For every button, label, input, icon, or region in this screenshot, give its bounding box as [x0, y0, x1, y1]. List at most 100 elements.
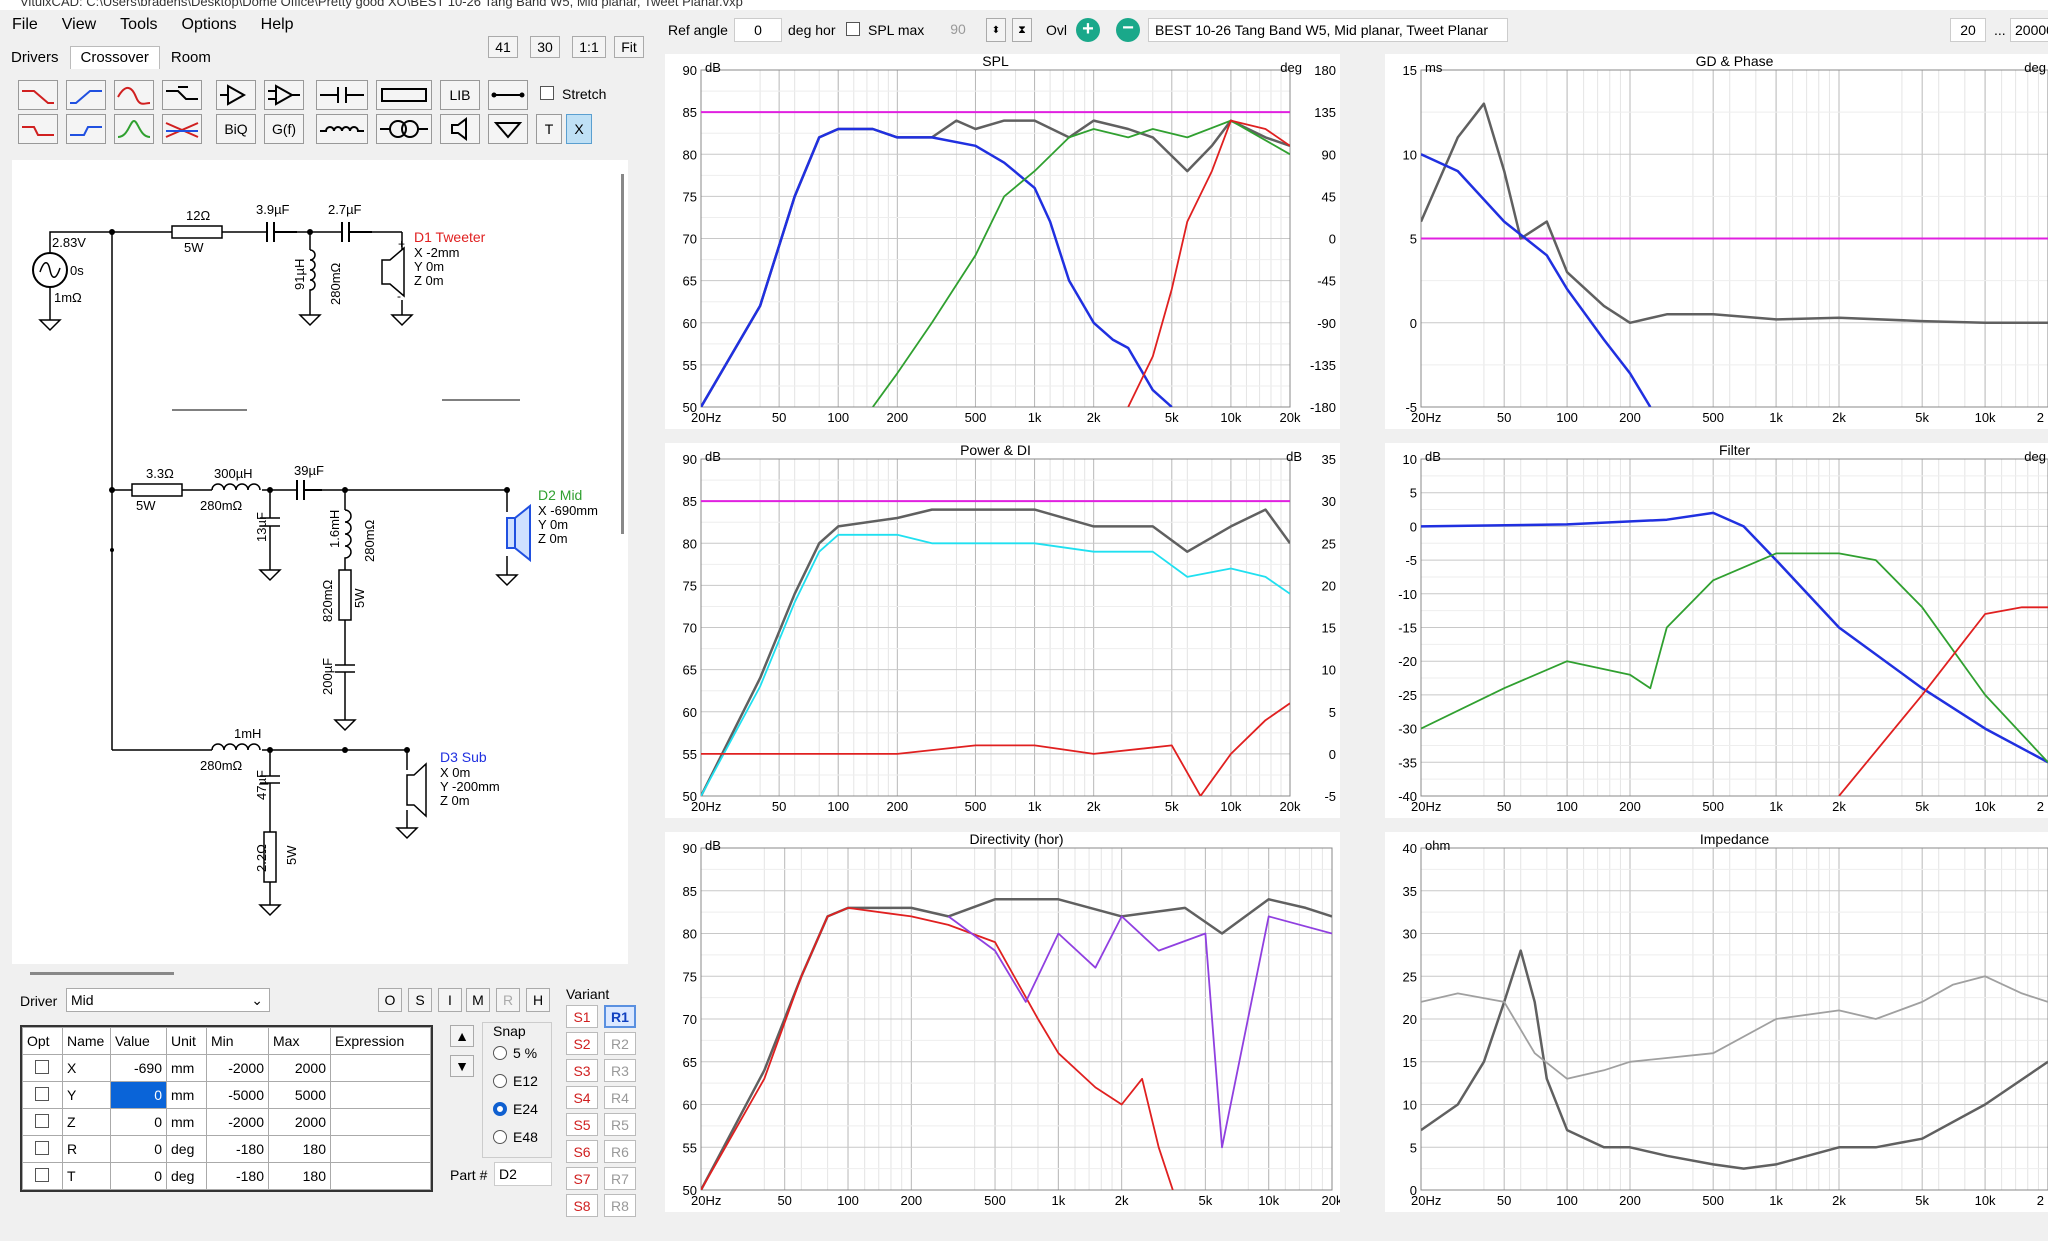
row-expression[interactable]	[330, 1135, 431, 1163]
capacitor-icon[interactable]	[316, 80, 368, 110]
mode-o-button[interactable]: O	[378, 988, 402, 1012]
hourglass-icon[interactable]: ⧗	[1012, 18, 1032, 42]
stretch-checkbox[interactable]	[540, 86, 554, 100]
impedance-graph[interactable]: Impedance ohm 40 35 30 25 20 15 10 5 0 20Hz 50 100 200…	[1385, 831, 2048, 1212]
driver-icon[interactable]	[440, 114, 480, 144]
row-min[interactable]: -2000	[206, 1054, 269, 1082]
opt-checkbox[interactable]	[22, 1081, 63, 1109]
row-value[interactable]: 0	[110, 1162, 167, 1190]
row-max[interactable]: 5000	[268, 1081, 331, 1109]
variant-r1[interactable]: R1	[604, 1005, 636, 1028]
spl-graph[interactable]: SPL dB deg 90 85 80 75 70 65 60 55 50 180 135 90 45 0 -45…	[665, 53, 1340, 429]
snap-option-e48[interactable]: E48	[493, 1129, 538, 1145]
spl-max-checkbox[interactable]	[846, 22, 860, 36]
menu-help[interactable]: Help	[249, 12, 306, 38]
variant-r4[interactable]: R4	[604, 1086, 636, 1109]
library-button[interactable]: LIB	[440, 80, 480, 110]
freq-min-input[interactable]: 20	[1950, 18, 1986, 42]
row-value[interactable]: 0	[110, 1135, 167, 1163]
highpass-all-icon[interactable]	[66, 114, 106, 144]
row-min[interactable]: -180	[206, 1162, 269, 1190]
transformer-icon[interactable]	[376, 114, 432, 144]
snap-option-e24[interactable]: E24	[493, 1101, 538, 1117]
tab-crossover[interactable]: Crossover	[69, 46, 160, 69]
snap-option-e12[interactable]: E12	[493, 1073, 538, 1089]
variant-r6[interactable]: R6	[604, 1140, 636, 1163]
row-value[interactable]: 0	[110, 1108, 167, 1136]
spl-max-input[interactable]: 90	[930, 18, 986, 42]
opt-checkbox[interactable]	[22, 1054, 63, 1082]
row-value[interactable]: -690	[110, 1054, 167, 1082]
menu-file[interactable]: File	[0, 12, 50, 38]
variant-s1[interactable]: S1	[566, 1005, 598, 1028]
zoom-1to1-button[interactable]: 1:1	[572, 36, 606, 58]
zoom-41-button[interactable]: 41	[488, 36, 518, 58]
notch-icon[interactable]	[162, 80, 202, 110]
bottom-scrollbar[interactable]	[30, 972, 174, 975]
lowpass-1-icon[interactable]	[18, 80, 58, 110]
resistor-icon[interactable]	[376, 80, 432, 110]
variant-r7[interactable]: R7	[604, 1167, 636, 1190]
row-max[interactable]: 2000	[268, 1108, 331, 1136]
toolbar-x-button[interactable]: X	[566, 114, 592, 144]
zoom-30-button[interactable]: 30	[530, 36, 560, 58]
opt-checkbox[interactable]	[22, 1162, 63, 1190]
buffer-icon[interactable]	[216, 80, 256, 110]
row-expression[interactable]	[330, 1162, 431, 1190]
freq-max-input[interactable]: 20000	[2010, 18, 2048, 42]
row-value[interactable]: 0	[110, 1081, 167, 1109]
variant-r5[interactable]: R5	[604, 1113, 636, 1136]
transfer-function-button[interactable]: G(f)	[264, 114, 304, 144]
variant-s2[interactable]: S2	[566, 1032, 598, 1055]
filter-graph[interactable]: Filter dB deg 10 5 0 -5 -10 -15 -20 -25 -30 -35 -40 20…	[1385, 442, 2048, 818]
part-input[interactable]: D2	[494, 1162, 552, 1186]
row-max[interactable]: 180	[268, 1135, 331, 1163]
allpass-icon[interactable]	[162, 114, 202, 144]
schematic-scrollbar[interactable]	[621, 174, 624, 534]
variant-s5[interactable]: S5	[566, 1113, 598, 1136]
ref-angle-input[interactable]: 0	[734, 18, 782, 42]
variant-s6[interactable]: S6	[566, 1140, 598, 1163]
move-down-button[interactable]: ▼	[450, 1055, 474, 1077]
variant-s3[interactable]: S3	[566, 1059, 598, 1082]
toolbar-t-button[interactable]: T	[536, 114, 562, 144]
menu-options[interactable]: Options	[170, 12, 249, 38]
driver-select[interactable]: Mid ⌄	[66, 988, 270, 1012]
mode-h-button[interactable]: H	[526, 988, 550, 1012]
variant-r3[interactable]: R3	[604, 1059, 636, 1082]
bandpass-icon[interactable]	[114, 114, 154, 144]
row-max[interactable]: 180	[268, 1162, 331, 1190]
mode-s-button[interactable]: S	[408, 988, 432, 1012]
project-name-field[interactable]: BEST 10-26 Tang Band W5, Mid planar, Twe…	[1148, 18, 1508, 42]
snap-option-5[interactable]: 5 %	[493, 1045, 537, 1061]
move-up-button[interactable]: ▲	[450, 1025, 474, 1047]
menu-tools[interactable]: Tools	[108, 12, 169, 38]
variant-s7[interactable]: S7	[566, 1167, 598, 1190]
spin-updown-icon[interactable]: ⬍	[986, 18, 1006, 42]
variant-r2[interactable]: R2	[604, 1032, 636, 1055]
row-min[interactable]: -180	[206, 1135, 269, 1163]
row-expression[interactable]	[330, 1081, 431, 1109]
biquad-button[interactable]: BiQ	[216, 114, 256, 144]
crossover-schematic[interactable]: 2.83V 0s 1mΩ 12Ω 5W 3.9µF 2.7µF 91µH 280…	[12, 160, 628, 964]
row-min[interactable]: -5000	[206, 1081, 269, 1109]
row-max[interactable]: 2000	[268, 1054, 331, 1082]
wire-icon[interactable]	[488, 80, 528, 110]
add-overlay-icon[interactable]: +	[1076, 18, 1100, 42]
opt-checkbox[interactable]	[22, 1108, 63, 1136]
mode-i-button[interactable]: I	[438, 988, 462, 1012]
row-min[interactable]: -2000	[206, 1108, 269, 1136]
tab-drivers[interactable]: Drivers	[0, 46, 70, 69]
ground-icon[interactable]	[488, 114, 528, 144]
power-di-graph[interactable]: Power & DI dB dB 90 85 80 75 70 65 60 55 50 35 30 25 20…	[665, 442, 1340, 818]
variant-s4[interactable]: S4	[566, 1086, 598, 1109]
opamp-icon[interactable]	[264, 80, 304, 110]
mode-r-button[interactable]: R	[496, 988, 520, 1012]
row-expression[interactable]	[330, 1108, 431, 1136]
row-expression[interactable]	[330, 1054, 431, 1082]
variant-s8[interactable]: S8	[566, 1194, 598, 1217]
mode-m-button[interactable]: M	[466, 988, 490, 1012]
remove-overlay-icon[interactable]: −	[1116, 18, 1140, 42]
directivity-graph[interactable]: Directivity (hor) dB 90 85 80 75 70 65 60 55 50 20H…	[665, 831, 1343, 1212]
opt-checkbox[interactable]	[22, 1135, 63, 1163]
